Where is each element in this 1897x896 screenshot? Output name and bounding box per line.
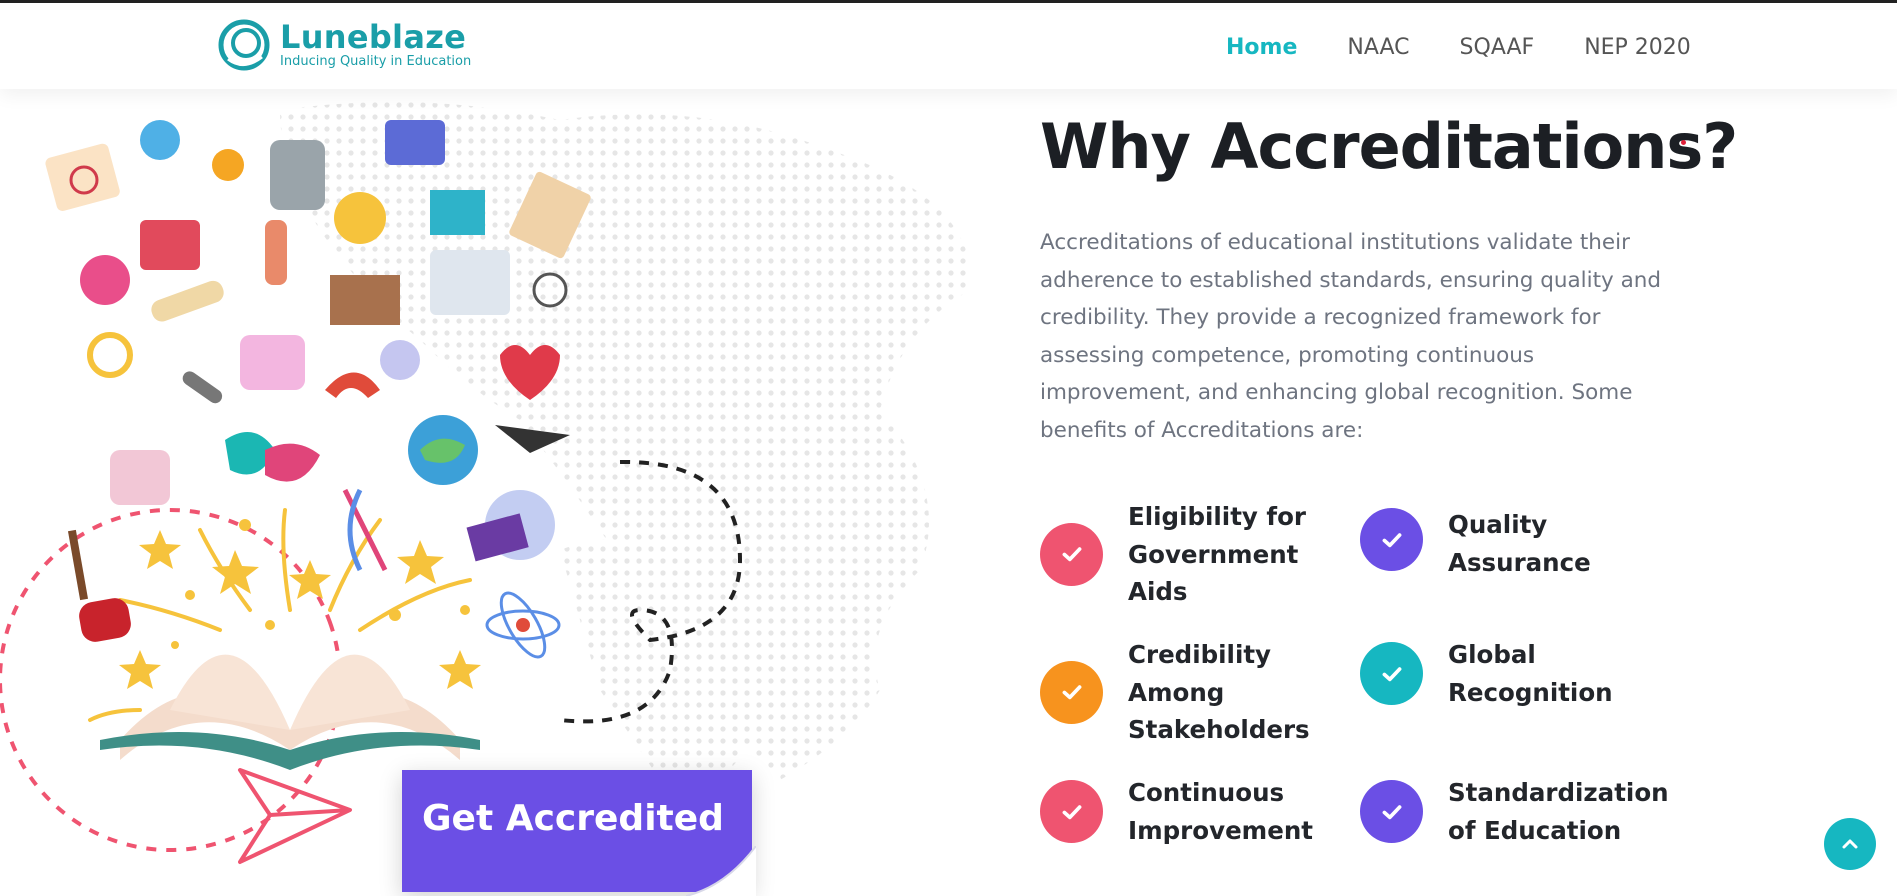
get-accredited-button[interactable]: Get Accredited — [402, 770, 756, 896]
page-curl-icon — [686, 846, 756, 896]
check-icon — [1360, 642, 1423, 706]
check-icon — [1040, 660, 1103, 724]
arrow-up-icon — [1842, 839, 1858, 849]
check-icon — [1040, 522, 1103, 586]
benefit-label: Quality Assurance — [1448, 510, 1591, 577]
site-header: Luneblaze Inducing Quality in Education … — [0, 3, 1897, 89]
benefit-item: Global Recognition — [1360, 636, 1650, 711]
check-icon — [1040, 780, 1103, 844]
benefit-item: Eligibility for Government Aids — [1040, 498, 1320, 611]
intro-paragraph: Accreditations of educational institutio… — [1040, 230, 1662, 443]
benefit-item: Continuous Improvement — [1040, 774, 1330, 849]
brand-name: Luneblaze — [280, 18, 467, 56]
check-icon — [1360, 780, 1423, 844]
paper-plane — [238, 768, 352, 864]
logo[interactable]: Luneblaze Inducing Quality in Education — [218, 19, 471, 71]
nav-item-naac[interactable]: NAAC — [1347, 33, 1409, 63]
benefit-label: Credibility Among Stakeholders — [1128, 640, 1310, 745]
page-title: Why Accreditations? — [1040, 110, 1738, 183]
main-nav: Home NAAC SQAAF NEP 2020 — [1226, 33, 1691, 63]
nav-item-nep-2020[interactable]: NEP 2020 — [1584, 33, 1691, 63]
scroll-to-top-button[interactable] — [1824, 818, 1876, 870]
benefit-item: Quality Assurance — [1360, 498, 1650, 581]
brand-tagline: Inducing Quality in Education — [280, 54, 472, 69]
benefit-label: Standardization of Education — [1448, 778, 1669, 845]
benefit-label: Eligibility for Government Aids — [1128, 502, 1306, 607]
logo-mark-icon — [218, 19, 270, 71]
decorative-dot — [1681, 140, 1686, 145]
nav-item-home[interactable]: Home — [1226, 33, 1297, 63]
benefit-label: Global Recognition — [1448, 640, 1613, 707]
benefit-item: Standardization of Education — [1360, 774, 1669, 849]
benefit-item: Credibility Among Stakeholders — [1040, 636, 1330, 749]
nav-item-sqaaf[interactable]: SQAAF — [1460, 33, 1535, 63]
cta-label: Get Accredited — [422, 798, 724, 839]
stars — [119, 519, 481, 689]
benefit-label: Continuous Improvement — [1128, 778, 1313, 845]
open-book — [100, 654, 480, 770]
check-icon — [1360, 508, 1423, 572]
